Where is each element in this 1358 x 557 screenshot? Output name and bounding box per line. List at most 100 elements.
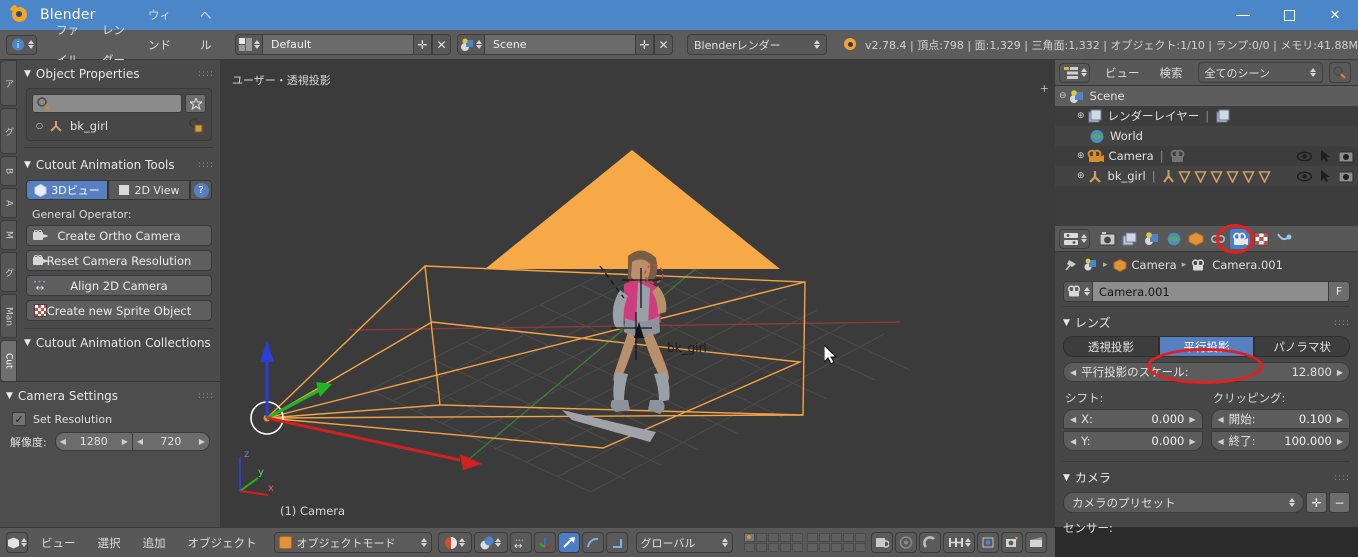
properties-tab-scene[interactable] (1142, 229, 1162, 249)
clip-end-field[interactable]: ◀ 終了: 100.000 ▶ (1210, 431, 1350, 451)
panel-lens-header[interactable]: ▼ レンズ :::: (1055, 307, 1358, 335)
renderlayer-icon[interactable] (1215, 109, 1232, 124)
ortho-scale-slider[interactable]: ◀ 平行投影のスケール: 12.800 ▶ (1063, 362, 1350, 382)
outliner-display-mode-selector[interactable]: 全てのシーン (1197, 62, 1323, 83)
tool-tab-0[interactable]: ア (0, 60, 17, 106)
create-new-sprite-object-button[interactable]: Create new Sprite Object (26, 300, 212, 321)
pin-icon[interactable] (1063, 258, 1078, 272)
panel-cutout-collections-header[interactable]: ▼ Cutout Animation Collections (18, 332, 220, 355)
properties-tab-texture[interactable] (1252, 229, 1272, 249)
renderable-camera-icon[interactable] (1337, 147, 1356, 165)
chevron-right-icon[interactable]: ▶ (1337, 415, 1343, 424)
tool-tab-2[interactable]: B (0, 156, 17, 186)
expander-icon[interactable]: ⊕ (1077, 171, 1085, 181)
clip-start-field[interactable]: ◀ 開始: 0.100 ▶ (1210, 409, 1350, 429)
object-list-item[interactable]: ○ bk_girl (32, 113, 206, 135)
outliner-menu-search[interactable]: 検索 (1151, 61, 1192, 85)
properties-tab-render-layers[interactable] (1120, 229, 1140, 249)
interaction-mode-selector[interactable]: オブジェクトモード (273, 532, 432, 553)
manipulator-scale-button[interactable] (605, 532, 628, 553)
outliner-row-scene[interactable]: ⊖ Scene (1055, 86, 1358, 106)
properties-tab-object[interactable] (1186, 229, 1206, 249)
datablock-name-input[interactable]: Camera.001 (1093, 281, 1328, 302)
chevron-right-icon[interactable]: ▶ (1337, 437, 1343, 446)
snap-magnet-button[interactable] (919, 532, 942, 553)
breadcrumb-object[interactable]: Camera (1132, 258, 1177, 272)
outliner-filter-search-icon[interactable] (1328, 62, 1351, 83)
add-preset-button[interactable]: ✛ (1306, 492, 1327, 513)
bone-icon[interactable] (1241, 169, 1255, 183)
camera-data-icon[interactable] (1170, 149, 1188, 164)
shift-x-field[interactable]: ◀ X: 0.000 ▶ (1063, 409, 1203, 429)
render-opengl-image-button[interactable] (1001, 532, 1024, 553)
armature-data-icon[interactable] (1162, 169, 1175, 183)
align-2d-camera-button[interactable]: ••• ↔ Align 2D Camera (26, 275, 212, 296)
properties-tab-constraints[interactable] (1208, 229, 1228, 249)
proportional-edit-button[interactable] (895, 532, 918, 553)
set-resolution-row[interactable]: ✓ Set Resolution (0, 408, 220, 432)
create-ortho-camera-button[interactable]: Create Ortho Camera (26, 225, 212, 246)
3d-viewport[interactable]: bk_girl ユーザー・透視投影 (1) Camera + z y x (220, 60, 1055, 527)
bone-icon[interactable] (1193, 169, 1207, 183)
search-input[interactable] (32, 94, 182, 113)
tool-tab-6[interactable]: Man (0, 294, 17, 338)
add-screen-layout-button[interactable]: ✛ (413, 34, 433, 55)
toggle-3d-view[interactable]: 3Dビュー (26, 180, 108, 200)
panel-camera-settings-header[interactable]: ▼ Camera Settings :::: (0, 382, 220, 408)
close-icon[interactable]: ✕ (1312, 0, 1358, 30)
chevron-left-icon[interactable]: ◀ (1070, 415, 1076, 424)
manipulator-toggle[interactable]: ••• ↔ (509, 532, 532, 553)
selectable-cursor-icon[interactable] (1316, 167, 1335, 185)
zoom-object-icon[interactable] (188, 118, 204, 133)
panel-cutout-tools-header[interactable]: ▼ Cutout Animation Tools :::: (18, 151, 220, 177)
shift-y-field[interactable]: ◀ Y: 0.000 ▶ (1063, 431, 1203, 451)
screen-layout-selector[interactable]: Default ✛ ✕ (235, 34, 452, 55)
snap-element-button[interactable] (977, 532, 1000, 553)
expander-icon[interactable]: ⊖ (1059, 91, 1067, 101)
breadcrumb-data[interactable]: Camera.001 (1212, 258, 1283, 272)
editor-type-selector-properties[interactable] (1059, 228, 1090, 249)
outliner-row-camera[interactable]: ⊕ Camera | (1055, 146, 1358, 166)
expander-icon[interactable]: ⊕ (1077, 151, 1085, 161)
pivot-point-selector[interactable] (473, 532, 508, 553)
delete-scene-button[interactable]: ✕ (654, 34, 674, 55)
viewport-menu-add[interactable]: 追加 (132, 528, 177, 557)
lens-type-perspective[interactable]: 透視投影 (1063, 336, 1159, 357)
favorite-button[interactable] (185, 94, 206, 113)
maximize-button[interactable] (1266, 0, 1312, 30)
panel-camera-header[interactable]: ▼ カメラ :::: (1055, 462, 1358, 490)
add-scene-button[interactable]: ✛ (635, 34, 655, 55)
editor-type-selector[interactable]: i (6, 34, 37, 55)
camera-preset-selector[interactable]: カメラのプリセット (1063, 492, 1304, 513)
chevron-left-icon[interactable]: ◀ (1218, 437, 1224, 446)
outliner-row-bk-girl[interactable]: ⊕ bk_girl | (1055, 166, 1358, 186)
snap-target-selector[interactable] (943, 532, 976, 553)
outliner-row-render-layers[interactable]: ⊕ レンダーレイヤー | (1055, 106, 1358, 126)
resolution-x-field[interactable]: ◀ 1280 ▶ (54, 432, 133, 451)
tool-tab-5[interactable]: グ (0, 252, 17, 292)
toggle-2d-view[interactable]: 2D View (108, 180, 190, 200)
fake-user-button[interactable]: F (1328, 281, 1350, 302)
renderable-camera-icon[interactable] (1337, 167, 1356, 185)
chevron-right-icon[interactable]: ▶ (1337, 368, 1343, 377)
help-button[interactable]: ? (190, 180, 212, 200)
chevron-left-icon[interactable]: ◀ (1218, 415, 1224, 424)
chevron-right-icon[interactable]: ▶ (199, 437, 205, 446)
transform-orientation-selector[interactable]: グローバル (635, 532, 734, 553)
viewport-menu-view[interactable]: ビュー (30, 528, 87, 557)
outliner-row-world[interactable]: World (1055, 126, 1358, 146)
datablock-name-field[interactable]: Camera.001 F (1063, 281, 1350, 302)
properties-tab-object-data[interactable] (1230, 228, 1250, 249)
viewport-menu-object[interactable]: オブジェクト (177, 528, 268, 557)
chevron-right-icon[interactable]: ▶ (1189, 415, 1195, 424)
manipulator-move-button[interactable] (557, 532, 580, 553)
manipulator-translate-button[interactable] (533, 532, 556, 553)
outliner-menu-view[interactable]: ビュー (1096, 61, 1149, 85)
viewport-shading-selector[interactable] (437, 532, 472, 553)
panel-object-properties-header[interactable]: ▼ Object Properties :::: (18, 60, 220, 86)
tool-tab-cutout[interactable]: Cut (0, 340, 17, 382)
bone-icon[interactable] (1177, 169, 1191, 183)
set-resolution-checkbox[interactable]: ✓ (12, 412, 26, 426)
chevron-left-icon[interactable]: ◀ (1070, 437, 1076, 446)
lens-type-panoramic[interactable]: パノラマ状 (1254, 336, 1351, 357)
